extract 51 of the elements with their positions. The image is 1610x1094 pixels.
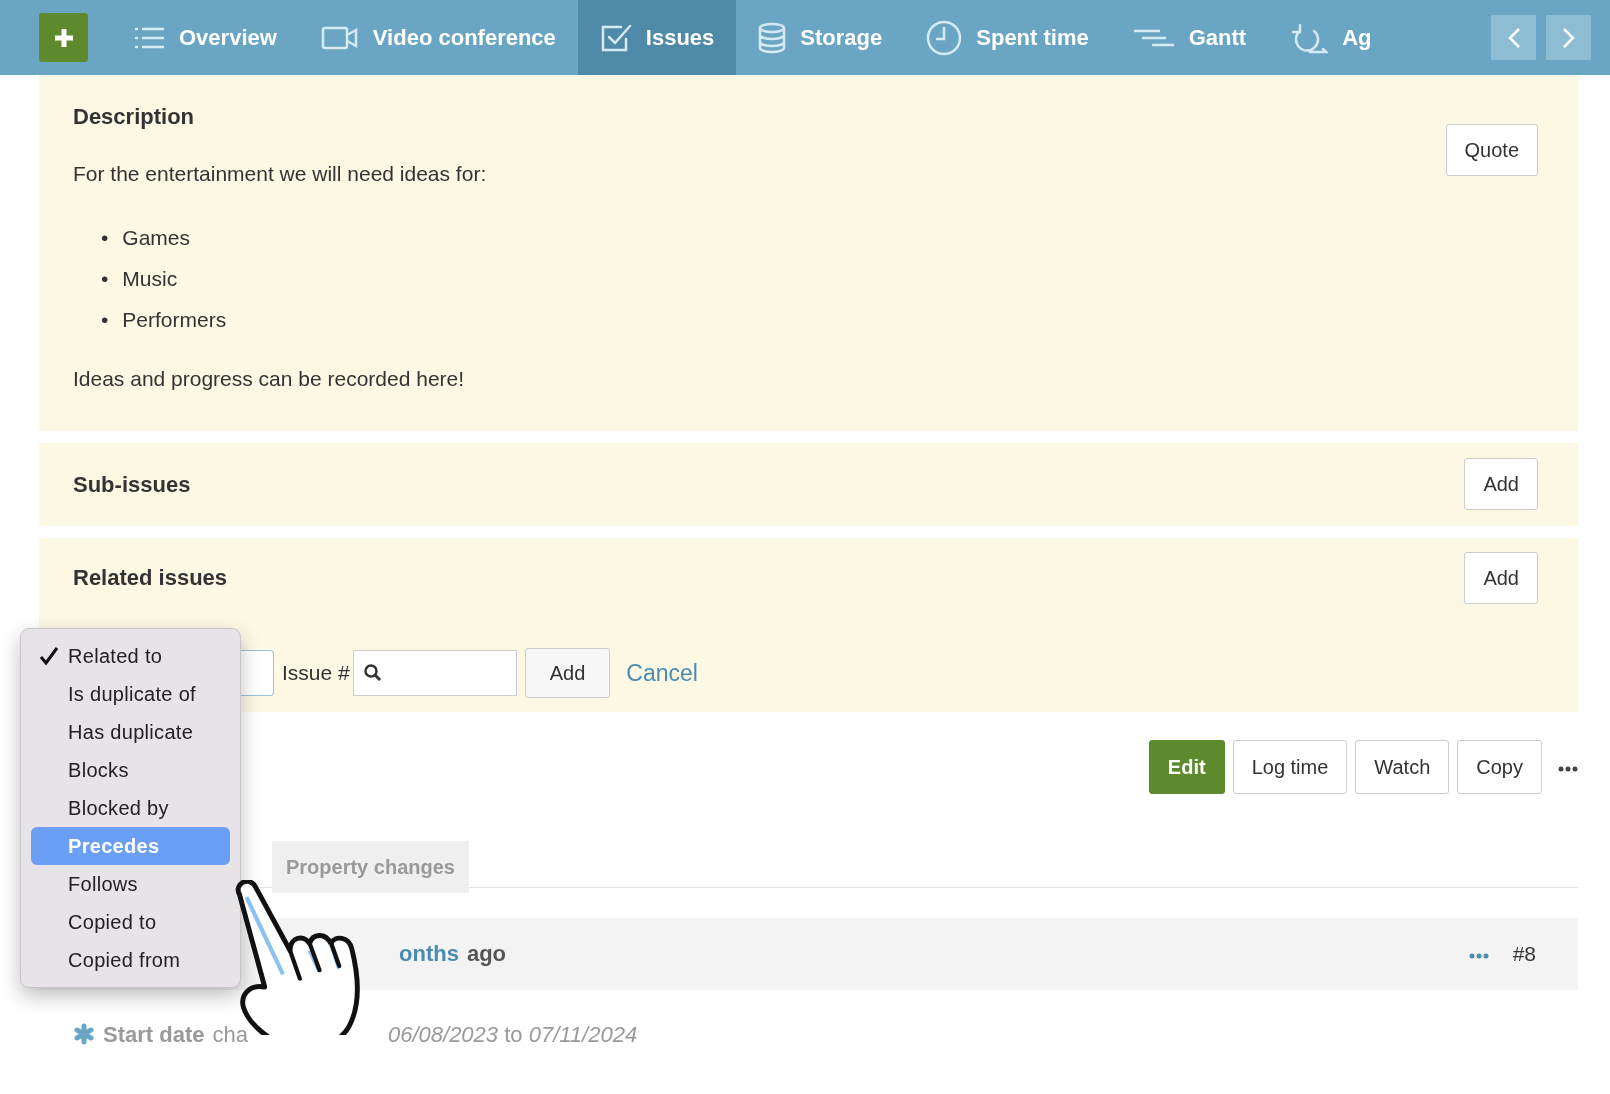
more-icon xyxy=(1558,765,1578,772)
menu-item[interactable]: Has duplicate xyxy=(31,713,200,751)
cancel-link[interactable]: Cancel xyxy=(626,655,698,691)
action-button[interactable]: Copy xyxy=(1457,739,1542,794)
nav-tab[interactable]: Issues xyxy=(577,0,737,75)
menu-item[interactable]: Copied to xyxy=(31,903,163,941)
action-button[interactable]: Watch xyxy=(1355,739,1450,794)
change-values: 06/08/2023 to 07/11/2024 xyxy=(387,1020,638,1049)
add-button[interactable] xyxy=(39,13,88,62)
description-text: For the entertainment we will need ideas for: xyxy=(73,161,488,187)
menu-item[interactable]: Related to xyxy=(31,637,169,675)
search-icon xyxy=(363,663,382,682)
menu-item[interactable]: Blocks xyxy=(31,751,135,789)
section-title: Description xyxy=(73,103,195,131)
menu-item[interactable]: Follows xyxy=(31,865,144,903)
bullet-marker: • xyxy=(101,307,109,334)
menu-item[interactable]: Blocked by xyxy=(31,789,175,827)
issue-search-field[interactable] xyxy=(352,649,517,696)
section-title: Related issues xyxy=(73,564,228,593)
list-item: Games xyxy=(122,224,191,251)
edit-button[interactable]: Edit xyxy=(1148,739,1225,794)
bullet-marker: • xyxy=(101,265,109,292)
time-text: ago xyxy=(466,940,506,969)
action-button[interactable]: Log time xyxy=(1232,739,1348,794)
field-name: Start date xyxy=(103,1020,205,1049)
change-text: cha xyxy=(212,1020,248,1049)
chevron-left-icon xyxy=(1506,26,1521,49)
add-button[interactable]: Add xyxy=(1464,551,1538,604)
section-title: Sub-issues xyxy=(73,470,191,499)
field-label: Issue # xyxy=(282,660,350,687)
previous-button[interactable] xyxy=(1491,15,1536,60)
description-text: Ideas and progress can be recorded here! xyxy=(73,366,466,393)
video-camera-icon xyxy=(320,24,359,51)
checkbox-icon xyxy=(599,22,632,53)
chevron-right-icon xyxy=(1561,26,1576,49)
add-button[interactable]: Add xyxy=(524,647,611,698)
more-icon xyxy=(1468,952,1489,959)
plus-icon xyxy=(52,26,75,49)
bullet-marker: • xyxy=(101,224,109,251)
list-item: Performers xyxy=(122,307,227,334)
next-button[interactable] xyxy=(1546,15,1591,60)
menu-item[interactable]: Copied from xyxy=(31,941,187,979)
add-button[interactable]: Add xyxy=(1464,458,1538,511)
asterisk-icon xyxy=(73,1023,95,1046)
journal-number: #8 xyxy=(1512,941,1536,968)
checkmark-icon xyxy=(39,646,59,666)
menu-item[interactable]: Is duplicate of xyxy=(31,675,202,713)
list-item: Music xyxy=(122,265,178,292)
quote-button[interactable]: Quote xyxy=(1445,124,1538,176)
clock-icon xyxy=(926,19,963,56)
database-icon xyxy=(758,21,787,54)
